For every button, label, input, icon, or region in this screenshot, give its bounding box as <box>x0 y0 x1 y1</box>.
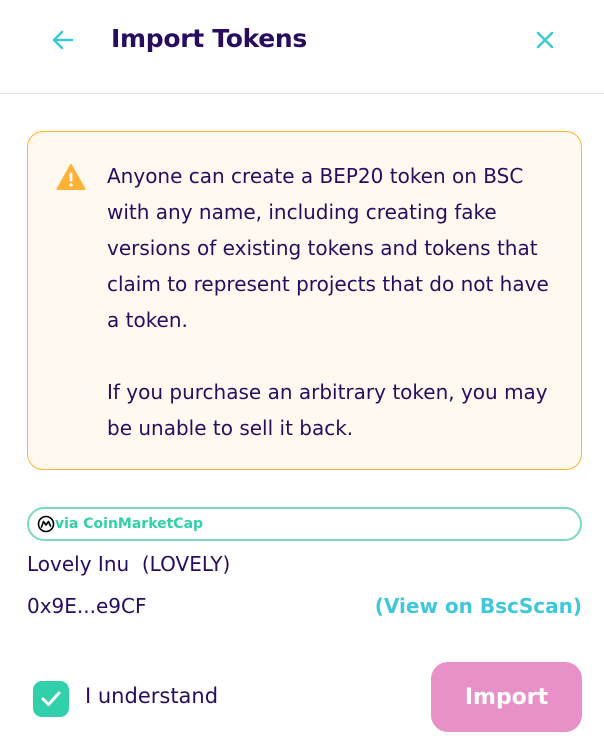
warning-paragraph-2: If you purchase an arbitrary token, you … <box>107 380 548 440</box>
checkmark-icon <box>41 691 61 706</box>
coinmarketcap-icon <box>37 515 55 533</box>
arrow-left-icon <box>52 30 74 50</box>
close-button[interactable] <box>533 28 557 52</box>
modal-header: Import Tokens <box>0 0 604 94</box>
view-on-bscscan-link[interactable]: (View on BscScan) <box>375 594 582 618</box>
warning-paragraph-1: Anyone can create a BEP20 token on BSC w… <box>107 164 549 332</box>
token-address: 0x9E...e9CF <box>27 594 147 618</box>
understand-label: I understand <box>85 684 219 708</box>
close-icon <box>536 31 554 49</box>
source-label: via CoinMarketCap <box>55 516 204 532</box>
warning-triangle-icon <box>56 163 86 191</box>
understand-checkbox[interactable] <box>33 681 69 717</box>
warning-box: Anyone can create a BEP20 token on BSC w… <box>27 131 582 470</box>
back-button[interactable] <box>50 27 76 53</box>
import-button[interactable]: Import <box>431 662 582 732</box>
coinmarketcap-source-badge: via CoinMarketCap <box>27 507 582 541</box>
token-name-symbol: Lovely Inu (LOVELY) <box>27 552 231 576</box>
modal-title: Import Tokens <box>111 24 308 53</box>
warning-text: Anyone can create a BEP20 token on BSC w… <box>107 158 562 446</box>
